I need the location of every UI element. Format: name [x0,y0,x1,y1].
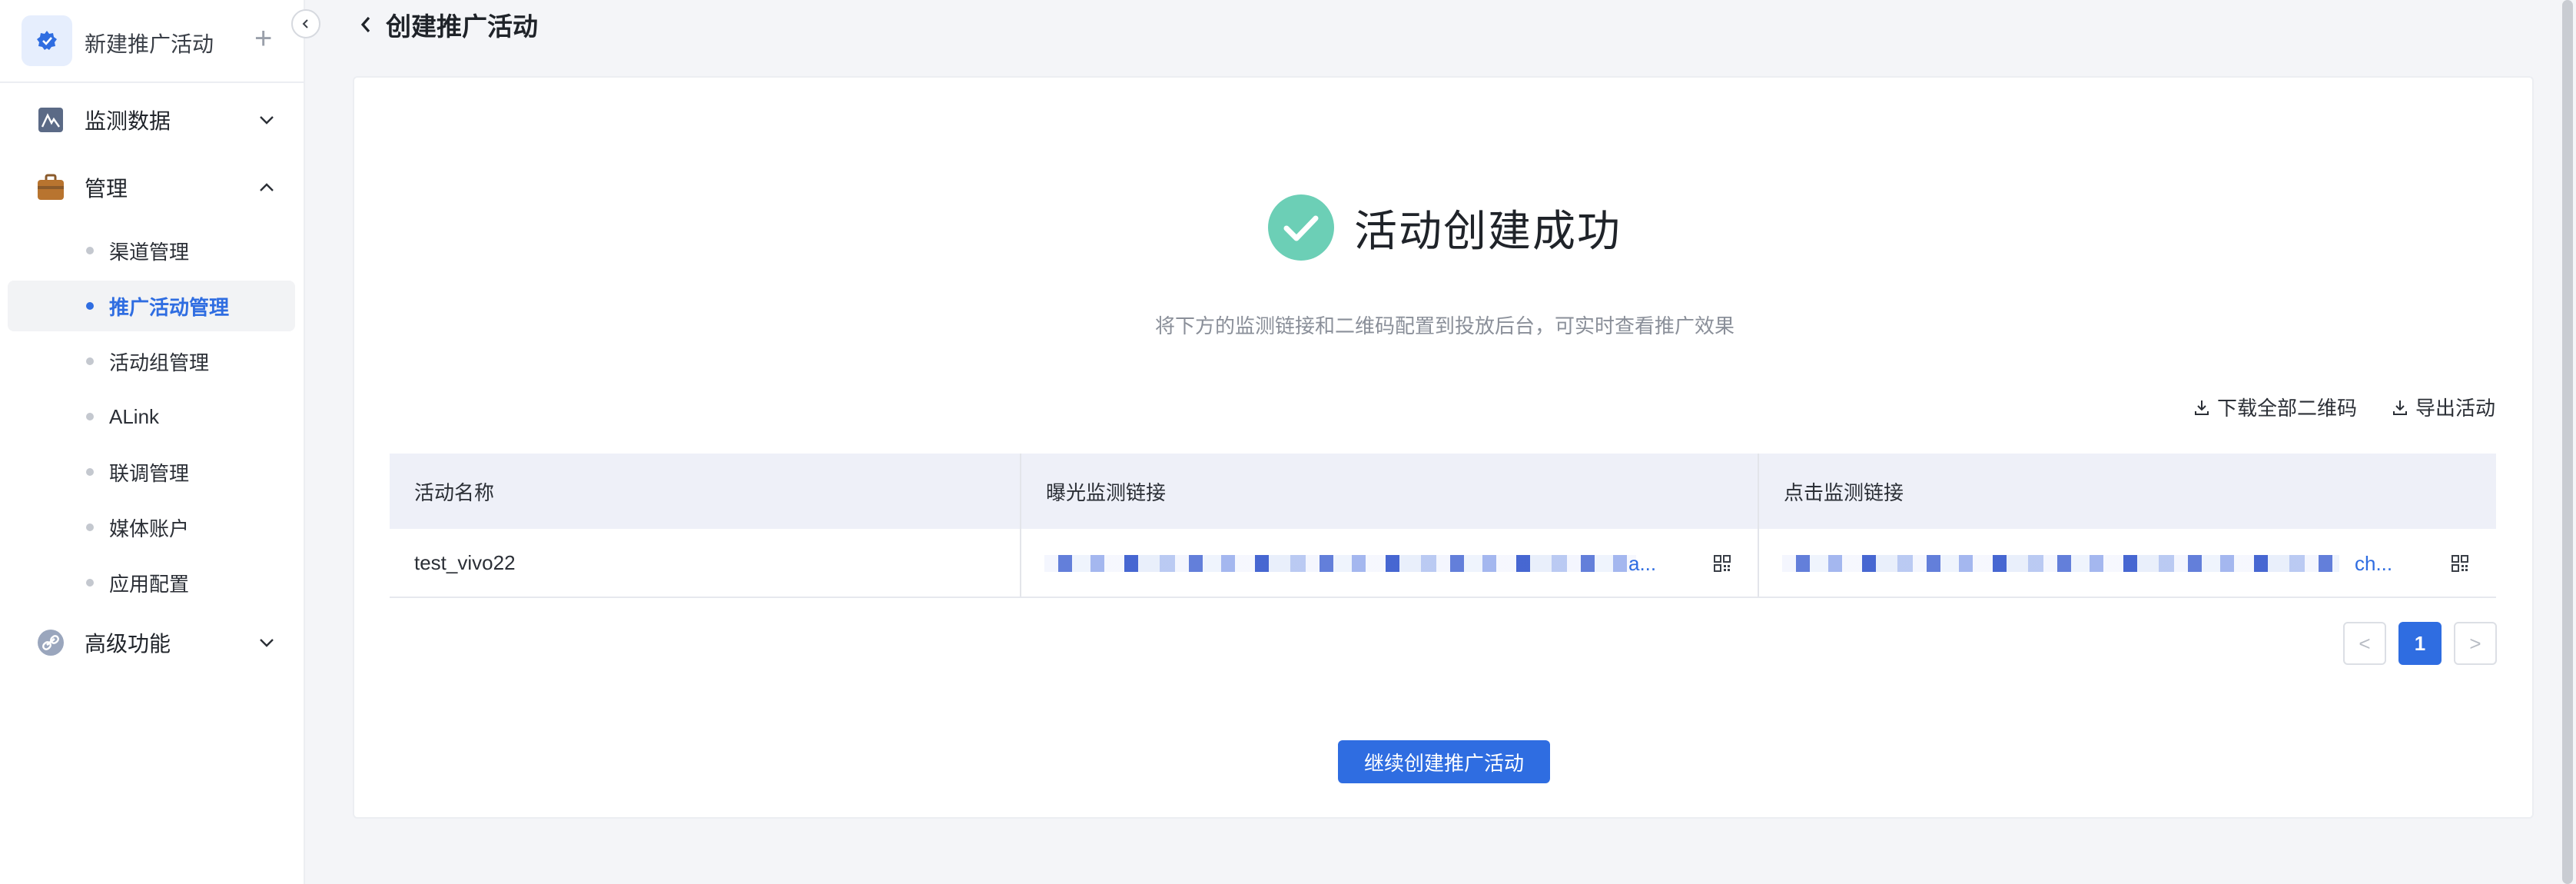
page-header: 创建推广活动 [355,6,538,43]
page-1-button[interactable]: 1 [2398,622,2442,665]
bullet-icon [86,468,94,476]
table-header: 活动名称 曝光监测链接 点击监测链接 [390,454,2496,529]
briefcase-icon [34,171,68,204]
sidebar-header: 新建推广活动 + [0,0,305,83]
prev-page-button[interactable]: < [2343,622,2386,665]
sidebar-title: 新建推广活动 [85,32,214,56]
download-all-qr-button[interactable]: 下载全部二维码 [2193,393,2357,421]
sidebar-item-label: 媒体账户 [109,517,190,540]
click-link-redacted[interactable] [1782,555,2339,572]
sidebar-item-media-account[interactable]: 媒体账户 [8,502,295,553]
nav-label-advanced: 高级功能 [85,632,171,656]
sidebar-item-label: 应用配置 [109,572,190,596]
success-row: 活动创建成功 [354,189,2535,266]
bullet-icon [86,247,94,254]
export-activity-button[interactable]: 导出活动 [2391,393,2495,421]
sidebar-item-app-config[interactable]: 应用配置 [8,557,295,608]
sidebar-item-label: 活动组管理 [109,351,210,374]
column-header-impression: 曝光监测链接 [1021,454,1759,529]
column-header-label: 曝光监测链接 [1046,480,1167,504]
nav-group-advanced[interactable]: 高级功能 [0,615,305,670]
chevron-up-icon [257,178,277,198]
collapse-sidebar-button[interactable] [291,9,320,38]
bullet-icon [86,357,94,365]
sidebar: 新建推广活动 + 监测数据 管理 渠道管理 推广活动管理 活动组管理 ALink… [0,0,320,884]
pagination: < 1 > [2343,622,2497,665]
success-check-icon [1268,194,1334,261]
sidebar-item-label: 推广活动管理 [109,295,230,319]
column-header-click: 点击监测链接 [1759,454,2496,529]
sidebar-item-debug[interactable]: 联调管理 [8,447,295,497]
click-link-cell: ch... [1759,529,2496,597]
continue-create-button[interactable]: 继续创建推广活动 [1338,740,1550,783]
export-activity-label: 导出活动 [2415,397,2495,420]
chevron-down-icon [257,633,277,653]
impression-link-redacted[interactable] [1044,555,1636,572]
chart-icon [34,103,68,137]
activity-name-cell: test_vivo22 [390,529,1021,597]
link-icon [34,626,68,660]
impression-link-cell: a... [1021,529,1759,597]
back-arrow-icon[interactable] [355,11,377,38]
qrcode-icon[interactable] [1713,554,1731,573]
activity-name: test_vivo22 [414,550,516,574]
result-card: 活动创建成功 将下方的监测链接和二维码配置到投放后台，可实时查看推广效果 下载全… [353,76,2534,819]
sidebar-item-alink[interactable]: ALink [8,391,295,442]
bullet-icon [86,413,94,420]
nav-group-monitor[interactable]: 监测数据 [0,92,305,148]
success-title: 活动创建成功 [1354,206,1622,255]
next-page-button[interactable]: > [2454,622,2497,665]
table-actions: 下载全部二维码 导出活动 [2193,393,2495,421]
column-header-label: 活动名称 [414,480,495,504]
add-activity-button[interactable]: + [254,23,272,54]
success-subtitle: 将下方的监测链接和二维码配置到投放后台，可实时查看推广效果 [1154,314,1734,337]
download-all-qr-label: 下载全部二维码 [2216,397,2357,420]
bullet-icon [86,579,94,587]
sidebar-item-label: 渠道管理 [109,240,190,264]
click-link-tail[interactable]: ch... [2355,552,2392,576]
qrcode-icon[interactable] [2451,554,2469,573]
activity-table: 活动名称 曝光监测链接 点击监测链接 test_vivo22 a... ch..… [390,454,2496,598]
column-header-label: 点击监测链接 [1784,480,1904,504]
download-icon [2194,400,2209,415]
chevron-left-icon [302,19,308,28]
impression-link-tail[interactable]: a... [1628,552,1656,576]
sidebar-item-activity-group[interactable]: 活动组管理 [8,336,295,387]
download-icon [2392,400,2407,415]
bullet-icon [86,302,94,310]
app-logo-icon [22,15,72,66]
nav-label-monitor: 监测数据 [85,109,171,133]
table-row: test_vivo22 a... ch... [390,529,2496,598]
sidebar-item-label: 联调管理 [109,461,190,485]
sidebar-item-channel[interactable]: 渠道管理 [8,225,295,276]
nav-label-manage: 管理 [85,177,128,201]
sidebar-item-label: ALink [109,404,160,428]
page-scrollbar[interactable] [2562,0,2573,884]
sidebar-item-campaign[interactable]: 推广活动管理 [8,281,295,331]
nav-group-manage[interactable]: 管理 [0,160,305,215]
column-header-name: 活动名称 [390,454,1021,529]
chevron-down-icon [257,110,277,130]
page-title: 创建推广活动 [386,12,538,41]
bullet-icon [86,523,94,531]
